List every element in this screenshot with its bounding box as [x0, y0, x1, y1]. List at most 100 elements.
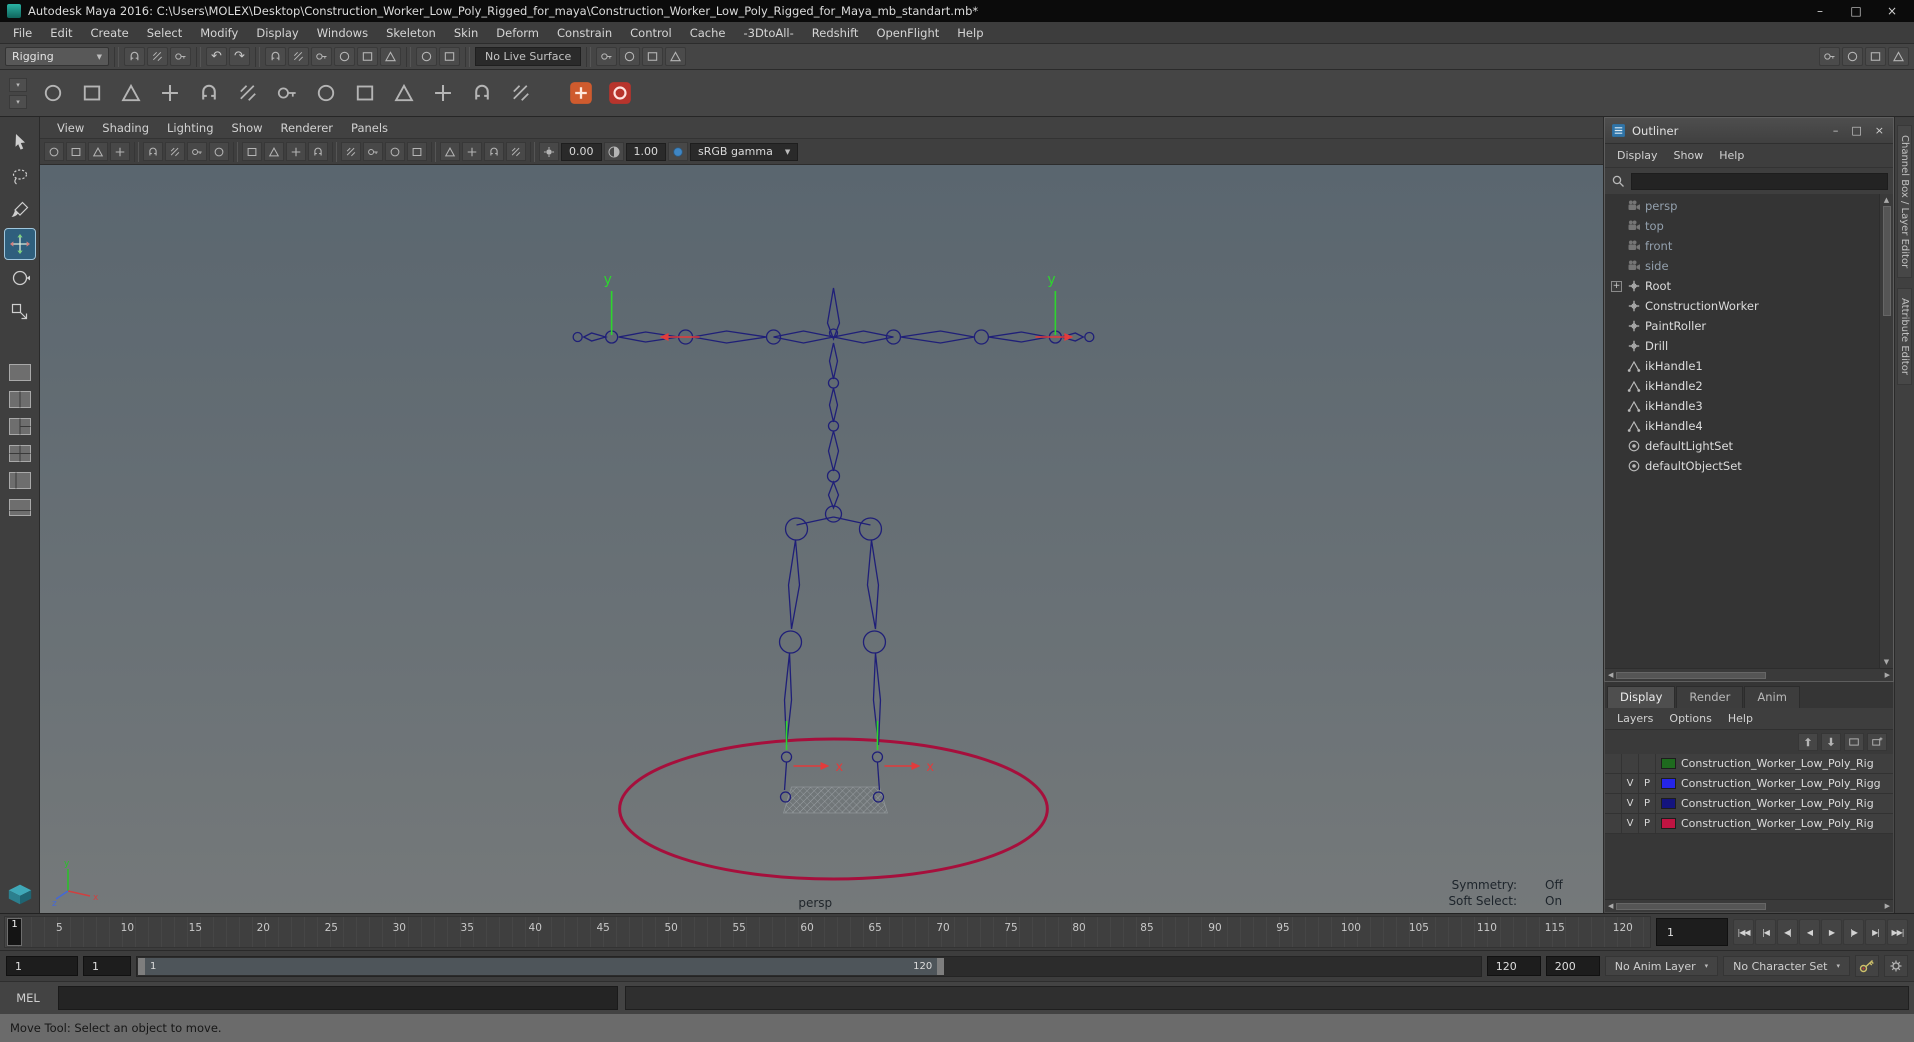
live-surface-field[interactable]: No Live Surface: [475, 47, 582, 66]
raise-main-window-icon[interactable]: [1819, 47, 1840, 66]
animation-start-field[interactable]: 1: [6, 956, 78, 976]
sidebar-tab-channel-box-layer-editor[interactable]: Channel Box / Layer Editor: [1897, 125, 1912, 279]
mel-label[interactable]: MEL: [5, 991, 51, 1005]
perspective-view-icon[interactable]: [6, 882, 34, 905]
viewport-menu-lighting[interactable]: Lighting: [158, 119, 222, 137]
create-constraint-icon[interactable]: [504, 76, 538, 110]
range-end-handle[interactable]: [937, 957, 945, 975]
current-frame-marker[interactable]: 1: [7, 918, 22, 946]
outliner-titlebar[interactable]: Outliner – □ ×: [1605, 118, 1893, 144]
outliner-item-ikhandle3[interactable]: ikHandle3: [1605, 396, 1879, 416]
layer-color-swatch[interactable]: [1661, 818, 1676, 829]
animation-end-field[interactable]: 200: [1545, 956, 1600, 976]
scroll-left-icon[interactable]: ◀: [1608, 902, 1613, 910]
outliner-item-ikhandle4[interactable]: ikHandle4: [1605, 416, 1879, 436]
layer-playback-toggle[interactable]: [1639, 754, 1656, 773]
grid-toggle-icon[interactable]: [209, 142, 229, 161]
paint-select-tool-icon[interactable]: [5, 195, 35, 225]
menu-create[interactable]: Create: [82, 24, 138, 42]
menu-windows[interactable]: Windows: [308, 24, 377, 42]
snap-to-grid-icon[interactable]: [265, 47, 286, 66]
joint-tool-icon[interactable]: [36, 76, 70, 110]
outliner-minimize-button[interactable]: –: [1833, 124, 1839, 137]
plugin-tool-b-icon[interactable]: [603, 76, 637, 110]
layer-color-swatch[interactable]: [1661, 798, 1676, 809]
bookmark-view-icon[interactable]: [110, 142, 130, 161]
layer-row[interactable]: V P Construction_Worker_Low_Poly_Rig: [1605, 814, 1893, 834]
layer-select-cell[interactable]: [1605, 794, 1622, 813]
step-forward-frame-button[interactable]: |▶: [1843, 919, 1864, 945]
camera-attributes-icon[interactable]: [88, 142, 108, 161]
ik-spline-handle-tool-icon[interactable]: [114, 76, 148, 110]
scroll-up-icon[interactable]: ▲: [1884, 196, 1889, 204]
menu-deform[interactable]: Deform: [487, 24, 548, 42]
safe-action-icon[interactable]: [341, 142, 361, 161]
use-all-lights-icon[interactable]: [462, 142, 482, 161]
layer-menu-help[interactable]: Help: [1720, 710, 1761, 727]
menu-openflight[interactable]: OpenFlight: [867, 24, 948, 42]
rotate-tool-icon[interactable]: [5, 263, 35, 293]
range-slider-track[interactable]: 1 120: [136, 955, 1482, 977]
new-scene-icon[interactable]: [124, 47, 145, 66]
menu-file[interactable]: File: [4, 24, 41, 42]
tab-display[interactable]: Display: [1607, 686, 1676, 708]
expander-icon[interactable]: +: [1611, 280, 1622, 292]
layer-color-swatch[interactable]: [1661, 778, 1676, 789]
viewport-menu-panels[interactable]: Panels: [342, 119, 397, 137]
scroll-right-icon[interactable]: ▶: [1885, 671, 1890, 679]
undo-icon[interactable]: ↶: [206, 47, 227, 66]
outliner-item-front[interactable]: front: [1605, 236, 1879, 256]
menu-control[interactable]: Control: [621, 24, 681, 42]
plugin-tool-a-icon[interactable]: [564, 76, 598, 110]
go-to-start-button[interactable]: |◀◀: [1733, 919, 1754, 945]
layer-row[interactable]: V P Construction_Worker_Low_Poly_Rig: [1605, 794, 1893, 814]
move-layer-up-icon[interactable]: [1798, 733, 1818, 751]
viewport-canvas[interactable]: y y x x y x z persp Symmetry: Off Soft S…: [40, 165, 1603, 913]
textured-display-icon[interactable]: [440, 142, 460, 161]
layout-three-pane-icon[interactable]: [6, 415, 34, 438]
wireframe-display-icon[interactable]: [385, 142, 405, 161]
shaded-display-icon[interactable]: [407, 142, 427, 161]
safe-title-icon[interactable]: [363, 142, 383, 161]
scrollbar-thumb[interactable]: [1616, 902, 1767, 910]
snap-to-view-plane-icon[interactable]: [357, 47, 378, 66]
layer-playback-toggle[interactable]: P: [1639, 814, 1656, 833]
play-forward-button[interactable]: ▶: [1821, 919, 1842, 945]
snap-to-curve-icon[interactable]: [288, 47, 309, 66]
current-frame-field[interactable]: 1: [1656, 918, 1728, 946]
outliner-menu-help[interactable]: Help: [1711, 147, 1752, 164]
outliner-item-paintroller[interactable]: PaintRoller: [1605, 316, 1879, 336]
outliner-item-side[interactable]: side: [1605, 256, 1879, 276]
playback-range-bar[interactable]: 1 120: [138, 957, 945, 975]
snap-to-projected-center-icon[interactable]: [334, 47, 355, 66]
layer-visibility-toggle[interactable]: V: [1622, 794, 1639, 813]
step-back-frame-button[interactable]: ◀|: [1777, 919, 1798, 945]
sidebar-tab-attribute-editor[interactable]: Attribute Editor: [1897, 288, 1912, 386]
layer-color-swatch[interactable]: [1661, 758, 1676, 769]
menu-cache[interactable]: Cache: [681, 24, 735, 42]
skeleton-bones[interactable]: [572, 287, 1095, 803]
outliner-maximize-button[interactable]: □: [1851, 124, 1861, 137]
menu-set-selector[interactable]: Rigging ▼: [5, 47, 109, 66]
screen-space-ao-icon[interactable]: [506, 142, 526, 161]
layer-row[interactable]: V P Construction_Worker_Low_Poly_Rigg: [1605, 774, 1893, 794]
outliner-item-persp[interactable]: persp: [1605, 196, 1879, 216]
outliner-vertical-scrollbar[interactable]: ▲ ▼: [1879, 194, 1893, 668]
resolution-gate-icon[interactable]: [264, 142, 284, 161]
mel-input[interactable]: [58, 986, 618, 1010]
create-empty-layer-icon[interactable]: [1844, 733, 1864, 751]
outliner-search-input[interactable]: [1631, 172, 1888, 190]
tab-anim[interactable]: Anim: [1744, 686, 1800, 708]
playback-end-field[interactable]: 120: [1486, 956, 1541, 976]
toggle-channel-box-icon[interactable]: [1842, 47, 1863, 66]
layer-row[interactable]: Construction_Worker_Low_Poly_Rig: [1605, 754, 1893, 774]
view-transform-icon[interactable]: [668, 142, 688, 161]
range-start-handle[interactable]: [138, 957, 145, 975]
layer-visibility-toggle[interactable]: V: [1622, 774, 1639, 793]
paint-skin-weights-icon[interactable]: [387, 76, 421, 110]
anim-layer-dropdown[interactable]: No Anim Layer ▾: [1604, 956, 1719, 976]
outliner-horizontal-scrollbar[interactable]: ◀ ▶: [1605, 668, 1893, 681]
exposure-field[interactable]: 0.00: [561, 142, 602, 161]
layout-two-pane-icon[interactable]: [6, 388, 34, 411]
orient-joint-icon[interactable]: [270, 76, 304, 110]
